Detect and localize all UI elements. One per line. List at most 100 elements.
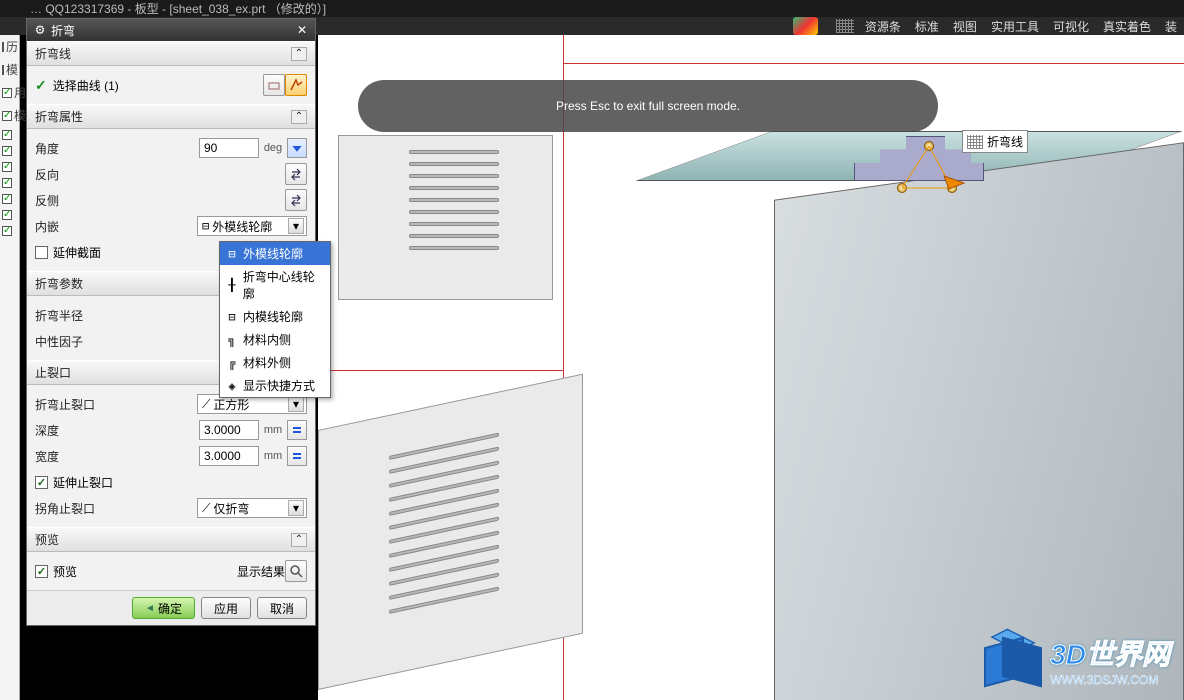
width-label: 宽度 bbox=[35, 448, 115, 465]
selection-ok-icon: ✓ bbox=[35, 77, 47, 94]
ok-button[interactable]: 确定 bbox=[132, 597, 195, 619]
width-input[interactable] bbox=[199, 446, 259, 466]
toolbar-truecolor[interactable]: 真实着色 bbox=[1097, 16, 1157, 37]
check-icon bbox=[2, 210, 12, 220]
bend-relief-label: 折弯止裂口 bbox=[35, 396, 115, 413]
chevron-down-icon[interactable]: ▾ bbox=[288, 218, 304, 234]
depth-unit: mm bbox=[259, 424, 287, 436]
show-result-button[interactable] bbox=[285, 560, 307, 582]
toolbar-visualization[interactable]: 可视化 bbox=[1047, 16, 1095, 37]
side-tab-history[interactable]: 历 bbox=[0, 35, 19, 58]
angle-label: 角度 bbox=[35, 140, 115, 157]
check-icon bbox=[2, 178, 12, 188]
check-icon bbox=[2, 194, 12, 204]
section-bendline-body: ✓ 选择曲线 (1) bbox=[27, 66, 315, 104]
extend-section-checkbox[interactable] bbox=[35, 246, 48, 259]
dropdown-arrow-icon bbox=[291, 142, 303, 154]
fullscreen-toast-text: Press Esc to exit full screen mode. bbox=[556, 99, 740, 113]
chevron-down-icon[interactable]: ▾ bbox=[288, 396, 304, 412]
select-curve-label[interactable]: 选择曲线 (1) bbox=[53, 77, 119, 94]
dropdown-option-material-inside[interactable]: ╗材料内侧 bbox=[220, 328, 330, 351]
corner-relief-label: 拐角止裂口 bbox=[35, 500, 115, 517]
dialog-title-text: 折弯 bbox=[51, 22, 75, 39]
depth-input[interactable] bbox=[199, 420, 259, 440]
watermark-cube-icon bbox=[980, 630, 1040, 690]
part-front-face bbox=[774, 142, 1184, 700]
side-tab-model[interactable]: 模 bbox=[0, 58, 19, 81]
flat-panel-part-1[interactable] bbox=[338, 135, 553, 300]
section-bendprops-header[interactable]: 折弯属性 ⌃ bbox=[27, 104, 315, 129]
check-icon bbox=[2, 111, 12, 121]
toolbar-assembly[interactable]: 装 bbox=[1159, 16, 1183, 37]
direction-gizmo[interactable] bbox=[889, 141, 969, 196]
inset-label: 内嵌 bbox=[35, 218, 115, 235]
close-icon[interactable]: ✕ bbox=[295, 23, 309, 37]
toolbar-resources[interactable]: 资源条 bbox=[859, 16, 907, 37]
section-relief-body: 折弯止裂口 ⟋ 正方形 ▾ 深度 mm 宽度 mm bbox=[27, 385, 315, 527]
depth-options-button[interactable] bbox=[287, 420, 307, 440]
square-relief-icon: ⟋ bbox=[202, 397, 210, 412]
grid-icon bbox=[967, 135, 983, 149]
angle-input[interactable] bbox=[199, 138, 259, 158]
fullscreen-toast: Press Esc to exit full screen mode. bbox=[358, 80, 938, 132]
extend-relief-label: 延伸止裂口 bbox=[53, 474, 113, 491]
preview-label: 预览 bbox=[53, 563, 77, 580]
datum-line-horizontal bbox=[318, 370, 563, 371]
collapse-icon[interactable]: ⌃ bbox=[291, 47, 307, 61]
curve-rule-button[interactable] bbox=[263, 74, 285, 96]
collapse-icon[interactable]: ⌃ bbox=[291, 110, 307, 124]
cancel-button[interactable]: 取消 bbox=[257, 597, 307, 619]
width-unit: mm bbox=[259, 450, 287, 462]
toolbar-view[interactable]: 视图 bbox=[947, 16, 983, 37]
flat-panel-part-2[interactable] bbox=[318, 374, 583, 690]
dropdown-option-inner-mold[interactable]: ⊟内模线轮廓 bbox=[220, 305, 330, 328]
option-glyph-icon: ◈ bbox=[225, 379, 239, 393]
preview-checkbox[interactable] bbox=[35, 565, 48, 578]
toolbar-utilities[interactable]: 实用工具 bbox=[985, 16, 1045, 37]
width-options-button[interactable] bbox=[287, 446, 307, 466]
check-icon bbox=[2, 226, 12, 236]
grid-icon[interactable] bbox=[836, 19, 854, 33]
depth-label: 深度 bbox=[35, 422, 115, 439]
radius-label: 折弯半径 bbox=[35, 307, 115, 324]
inset-combo[interactable]: ⊟ 外模线轮廓 ▾ bbox=[197, 216, 307, 236]
neutral-label: 中性因子 bbox=[35, 333, 115, 350]
magnifier-icon bbox=[289, 564, 303, 578]
bend-line-tag[interactable]: 折弯线 bbox=[962, 130, 1028, 153]
angle-dropdown-button[interactable] bbox=[287, 138, 307, 158]
sketch-section-button[interactable] bbox=[285, 74, 307, 96]
datum-line-horizontal bbox=[563, 63, 1184, 64]
swap-icon bbox=[289, 167, 303, 181]
dropdown-option-outer-mold[interactable]: ⊟外模线轮廓 bbox=[220, 242, 330, 265]
section-preview-header[interactable]: 预览 ⌃ bbox=[27, 527, 315, 552]
window-title-text: … QQ123317369 - 板型 - [sheet_038_ex.prt （… bbox=[30, 0, 326, 17]
side-tab-model2[interactable]: 模 bbox=[0, 104, 19, 127]
apply-button[interactable]: 应用 bbox=[201, 597, 251, 619]
curve-icon bbox=[267, 78, 281, 92]
opposite-side-button[interactable] bbox=[285, 189, 307, 211]
dialog-titlebar[interactable]: ⚙ 折弯 ✕ bbox=[27, 19, 315, 41]
check-icon bbox=[2, 130, 12, 140]
gear-icon[interactable]: ⚙ bbox=[33, 23, 47, 37]
swap-icon bbox=[289, 193, 303, 207]
corner-relief-combo[interactable]: ⟋ 仅折弯 ▾ bbox=[197, 498, 307, 518]
toolbar-standard[interactable]: 标准 bbox=[909, 16, 945, 37]
watermark-url: WWW.3DSJW.COM bbox=[1050, 673, 1170, 687]
option-glyph-icon: ╔ bbox=[225, 356, 239, 370]
graphics-viewport[interactable] bbox=[318, 35, 1184, 700]
side-tab-use[interactable]: 用 bbox=[0, 81, 19, 104]
left-sidebar-strip: 历 模 用 模 bbox=[0, 35, 20, 700]
section-bendline-header[interactable]: 折弯线 ⌃ bbox=[27, 41, 315, 66]
angle-unit: deg bbox=[259, 142, 287, 154]
option-glyph-icon: ⊟ bbox=[225, 247, 239, 261]
dropdown-option-material-outside[interactable]: ╔材料外侧 bbox=[220, 351, 330, 374]
dropdown-option-bend-center[interactable]: ╂折弯中心线轮廓 bbox=[220, 265, 330, 305]
extend-relief-checkbox[interactable] bbox=[35, 476, 48, 489]
chevron-down-icon[interactable]: ▾ bbox=[288, 500, 304, 516]
section-preview-body: 预览 显示结果 bbox=[27, 552, 315, 590]
bent-part-3d[interactable] bbox=[734, 131, 1184, 700]
equals-icon bbox=[292, 451, 302, 461]
reverse-direction-button[interactable] bbox=[285, 163, 307, 185]
dropdown-option-show-shortcuts[interactable]: ◈显示快捷方式 bbox=[220, 374, 330, 397]
collapse-icon[interactable]: ⌃ bbox=[291, 533, 307, 547]
